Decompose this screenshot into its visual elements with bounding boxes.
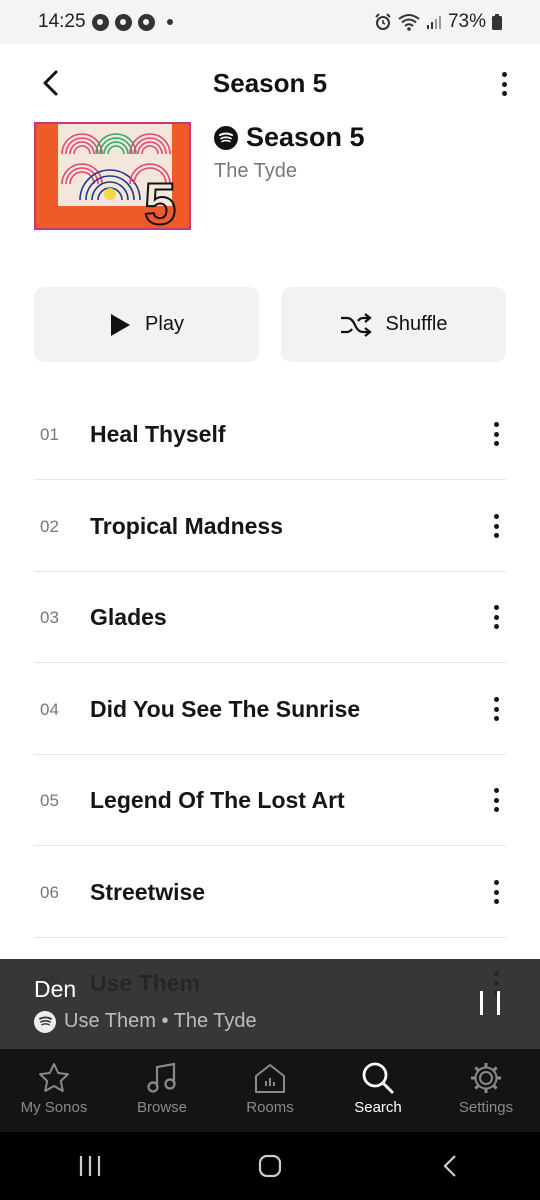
more-notifications-icon bbox=[166, 19, 173, 25]
spotify-icon bbox=[214, 125, 238, 150]
svg-text:5: 5 bbox=[144, 172, 176, 230]
track-more-button[interactable] bbox=[486, 512, 506, 540]
track-number: 02 bbox=[40, 517, 59, 536]
track-more-button[interactable] bbox=[486, 603, 506, 631]
recent-apps-button[interactable] bbox=[70, 1146, 110, 1186]
more-options-button[interactable] bbox=[494, 70, 514, 98]
track-number: 01 bbox=[40, 425, 59, 444]
album-title-row: Season 5 bbox=[214, 122, 365, 153]
signal-icon bbox=[426, 16, 441, 29]
app-header: Season 5 bbox=[0, 44, 540, 124]
gear-icon bbox=[469, 1061, 503, 1095]
play-icon bbox=[111, 313, 131, 336]
nav-my-sonos[interactable]: My Sonos bbox=[0, 1049, 108, 1132]
track-row[interactable]: 03 Glades bbox=[34, 572, 506, 663]
nav-label: Search bbox=[354, 1099, 402, 1116]
album-title: Season 5 bbox=[246, 122, 365, 152]
play-button[interactable]: Play bbox=[34, 287, 259, 362]
track-more-button[interactable] bbox=[486, 786, 506, 814]
battery-icon bbox=[492, 14, 502, 30]
shuffle-button[interactable]: Shuffle bbox=[281, 287, 506, 362]
system-nav-bar bbox=[0, 1132, 540, 1200]
back-icon bbox=[443, 1155, 456, 1177]
pause-button[interactable] bbox=[480, 991, 500, 1015]
shuffle-icon bbox=[340, 312, 372, 337]
wifi-icon bbox=[398, 14, 420, 31]
nav-rooms[interactable]: Rooms bbox=[216, 1049, 324, 1132]
alarm-icon bbox=[375, 13, 391, 30]
chrome-notification-icon bbox=[91, 13, 109, 31]
nav-search[interactable]: Search bbox=[324, 1049, 432, 1132]
album-art: 5 bbox=[34, 122, 191, 230]
music-note-icon bbox=[145, 1061, 179, 1095]
nav-settings[interactable]: Settings bbox=[432, 1049, 540, 1132]
shuffle-label: Shuffle bbox=[385, 313, 448, 335]
track-number: 05 bbox=[40, 791, 59, 810]
star-icon bbox=[37, 1061, 71, 1095]
nav-browse[interactable]: Browse bbox=[108, 1049, 216, 1132]
track-title: Legend Of The Lost Art bbox=[90, 787, 345, 813]
spotify-icon bbox=[34, 1010, 56, 1033]
track-number: 04 bbox=[40, 700, 59, 719]
now-playing-text: Use Them • The Tyde bbox=[64, 1010, 257, 1032]
track-row[interactable]: 01 Heal Thyself bbox=[34, 389, 506, 480]
now-playing-info: Use Them • The Tyde bbox=[34, 1010, 257, 1033]
nav-label: Settings bbox=[458, 1099, 514, 1116]
status-bar: 14:25 73% bbox=[0, 0, 540, 44]
house-icon bbox=[253, 1061, 287, 1095]
home-icon bbox=[258, 1154, 282, 1178]
track-title: Streetwise bbox=[90, 879, 206, 905]
track-number: 03 bbox=[40, 608, 59, 627]
system-back-button[interactable] bbox=[430, 1146, 470, 1186]
play-label: Play bbox=[145, 313, 184, 335]
track-title: Tropical Madness bbox=[90, 513, 284, 539]
battery-percent: 73% bbox=[447, 11, 486, 32]
nav-label: Browse bbox=[136, 1099, 188, 1116]
track-title: Glades bbox=[90, 604, 167, 630]
search-icon bbox=[361, 1061, 395, 1095]
chrome-notification-icon bbox=[137, 13, 155, 31]
nav-label: Rooms bbox=[246, 1099, 294, 1116]
chrome-notification-icon bbox=[114, 13, 132, 31]
status-time: 14:25 bbox=[38, 11, 86, 32]
album-artist[interactable]: The Tyde bbox=[214, 160, 297, 183]
home-button[interactable] bbox=[250, 1146, 290, 1186]
track-more-button[interactable] bbox=[486, 878, 506, 906]
track-more-button[interactable] bbox=[486, 695, 506, 723]
page-title: Season 5 bbox=[212, 68, 328, 98]
room-name: Den bbox=[34, 976, 77, 1002]
track-title: Did You See The Sunrise bbox=[90, 696, 361, 722]
track-more-button[interactable] bbox=[486, 420, 506, 448]
track-row[interactable]: 05 Legend Of The Lost Art bbox=[34, 755, 506, 846]
mini-player[interactable]: Den Use Them • The Tyde bbox=[0, 959, 540, 1049]
track-number: 06 bbox=[40, 883, 59, 902]
track-row[interactable]: 02 Tropical Madness bbox=[34, 481, 506, 572]
recent-apps-icon bbox=[79, 1156, 101, 1176]
track-title: Heal Thyself bbox=[90, 421, 226, 447]
track-row[interactable]: 06 Streetwise bbox=[34, 847, 506, 938]
bottom-nav: My Sonos Browse Rooms Search Settings bbox=[0, 1049, 540, 1132]
nav-label: My Sonos bbox=[20, 1099, 88, 1116]
track-row[interactable]: 04 Did You See The Sunrise bbox=[34, 664, 506, 755]
